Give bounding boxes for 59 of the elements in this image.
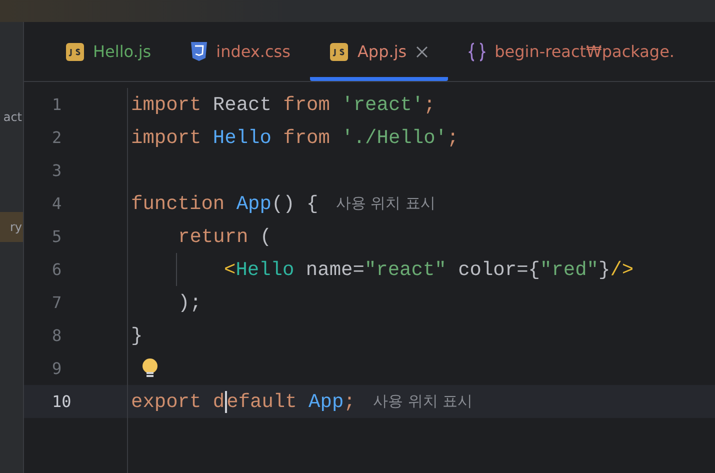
editor-tab[interactable]: index.css (171, 22, 310, 81)
line-number: 1 (52, 95, 62, 114)
tab-label: Hello.js (93, 42, 152, 61)
line-number: 5 (52, 227, 62, 246)
code-token: } (131, 324, 143, 346)
editor-tab[interactable]: App.js (310, 22, 448, 81)
code-token: () { (271, 192, 320, 214)
editor-tab[interactable]: begin-react₩package. (448, 22, 695, 81)
code-token: import (131, 126, 202, 148)
line-number: 2 (52, 128, 62, 147)
tab-label: begin-react₩package. (494, 42, 675, 61)
code-token: export (131, 390, 202, 412)
code-token: from (283, 94, 331, 116)
css-file-icon (191, 42, 208, 61)
code-token: Hello (236, 258, 296, 280)
code-token: ; (424, 94, 436, 116)
code-token: import (131, 94, 202, 116)
line-number: 10 (52, 392, 72, 411)
code-token: from (283, 126, 331, 148)
code-token: d (212, 390, 225, 412)
tab-label: index.css (216, 42, 290, 61)
project-tree-item[interactable]: act (0, 102, 23, 132)
usage-hint[interactable]: 사용 위치 표시 (373, 392, 473, 411)
code-token: name= (306, 258, 364, 280)
close-icon[interactable] (416, 46, 428, 58)
code-token: "red" (540, 258, 598, 280)
code-token: App (236, 192, 272, 214)
code-token: React (212, 94, 272, 116)
code-token: < (224, 258, 236, 280)
line-number: 6 (52, 260, 62, 279)
code-token: './Hello' (342, 126, 447, 148)
code-token: color={ (458, 258, 540, 280)
javascript-file-icon (66, 42, 84, 60)
code-token: function (131, 192, 226, 214)
code-token: App (308, 390, 344, 412)
curly-braces-icon (468, 42, 486, 62)
code-token: "react" (364, 258, 448, 280)
code-token: 'react' (342, 94, 424, 116)
lightbulb-icon[interactable] (141, 358, 159, 380)
code-token: ; (344, 390, 356, 412)
line-number: 3 (52, 161, 62, 180)
code-token: /> (610, 258, 634, 280)
code-token: Hello (212, 126, 272, 148)
line-number: 8 (52, 326, 62, 345)
line-number: 7 (52, 293, 62, 312)
code-token: ); (178, 292, 202, 314)
code-token: } (598, 258, 610, 280)
project-tree-item[interactable]: ry (0, 212, 23, 242)
indent-guide (176, 253, 177, 286)
usage-hint[interactable]: 사용 위치 표시 (336, 194, 436, 213)
javascript-file-icon (330, 42, 348, 60)
line-number: 9 (52, 359, 62, 378)
code-token: ( (260, 226, 272, 248)
code-token: efault (226, 390, 298, 412)
editor-tab[interactable]: Hello.js (46, 22, 172, 81)
line-number: 4 (52, 194, 62, 213)
code-token: ; (446, 126, 459, 148)
tab-label: App.js (357, 42, 407, 61)
code-token: return (178, 226, 250, 248)
